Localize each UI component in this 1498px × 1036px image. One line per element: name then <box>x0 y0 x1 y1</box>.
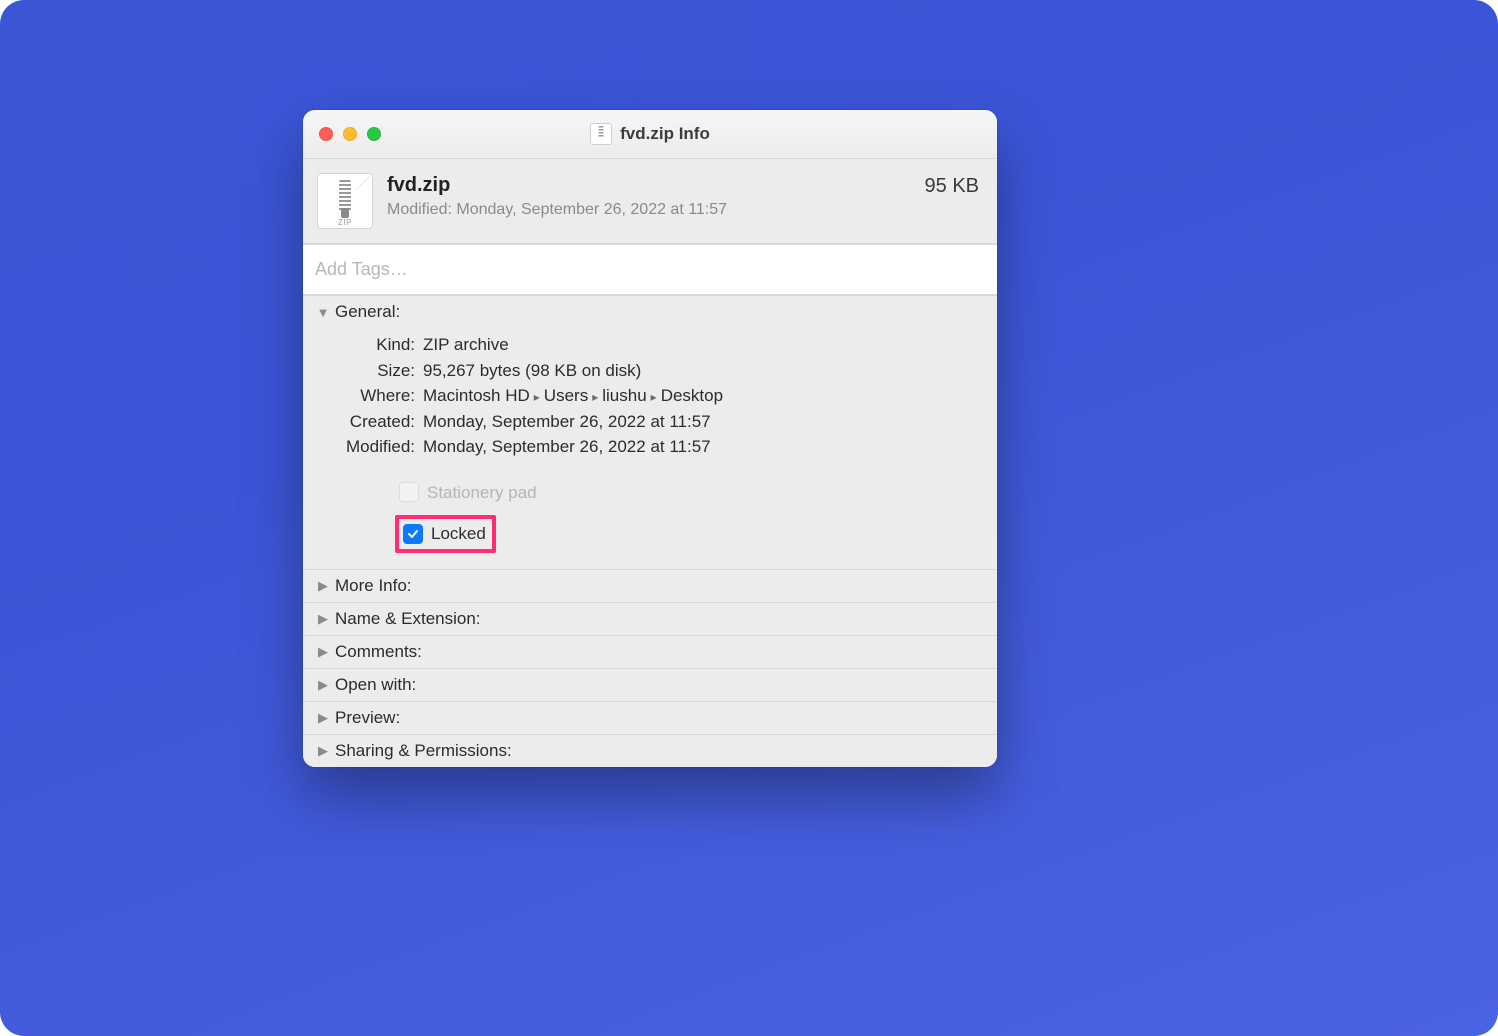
section-name-extension: ▶ Name & Extension: <box>303 602 997 635</box>
chevron-right-icon: ▶ <box>317 644 329 660</box>
locked-row: Locked <box>399 515 981 553</box>
chevron-right-icon: ▶ <box>317 578 329 594</box>
kv-where: Where: Macintosh HD▸Users▸liushu▸Desktop <box>319 383 981 409</box>
stationery-pad-checkbox <box>399 482 419 502</box>
zip-file-icon: ZIP <box>317 173 373 229</box>
section-name-extension-label: Name & Extension: <box>335 609 481 629</box>
section-open-with: ▶ Open with: <box>303 668 997 701</box>
created-value: Monday, September 26, 2022 at 11:57 <box>423 409 981 435</box>
general-checkboxes: Stationery pad Locked <box>319 480 981 553</box>
file-size: 95 KB <box>925 175 979 198</box>
zoom-window-button[interactable] <box>367 127 381 141</box>
modified-value: Monday, September 26, 2022 at 11:57 <box>423 434 981 460</box>
window-title-text: fvd.zip Info <box>620 124 710 144</box>
section-name-extension-header[interactable]: ▶ Name & Extension: <box>303 603 997 635</box>
section-open-with-header[interactable]: ▶ Open with: <box>303 669 997 701</box>
desktop-background: fvd.zip Info ZIP fvd.zip Modified: Monda… <box>0 0 1498 1036</box>
file-icon-ext-label: ZIP <box>318 218 372 227</box>
titlebar: fvd.zip Info <box>303 110 997 159</box>
get-info-window: fvd.zip Info ZIP fvd.zip Modified: Monda… <box>303 110 997 767</box>
kv-kind: Kind: ZIP archive <box>319 332 981 358</box>
locked-label: Locked <box>431 521 486 547</box>
zip-file-icon <box>590 123 612 145</box>
section-sharing-permissions: ▶ Sharing & Permissions: <box>303 734 997 767</box>
where-value: Macintosh HD▸Users▸liushu▸Desktop <box>423 383 981 409</box>
locked-checkbox[interactable] <box>403 524 423 544</box>
tags-input[interactable] <box>303 244 997 295</box>
section-general-body: Kind: ZIP archive Size: 95,267 bytes (98… <box>303 328 997 569</box>
kind-value: ZIP archive <box>423 332 981 358</box>
size-value: 95,267 bytes (98 KB on disk) <box>423 358 981 384</box>
section-preview-header[interactable]: ▶ Preview: <box>303 702 997 734</box>
stationery-pad-row: Stationery pad <box>399 480 981 506</box>
window-title: fvd.zip Info <box>303 123 997 145</box>
section-comments: ▶ Comments: <box>303 635 997 668</box>
where-path-segment: Desktop <box>661 386 723 405</box>
where-path-segment: Users <box>544 386 588 405</box>
section-more-info: ▶ More Info: <box>303 569 997 602</box>
chevron-down-icon: ▼ <box>317 305 329 320</box>
where-path-segment: liushu <box>602 386 646 405</box>
kv-modified: Modified: Monday, September 26, 2022 at … <box>319 434 981 460</box>
where-path-segment: Macintosh HD <box>423 386 530 405</box>
close-window-button[interactable] <box>319 127 333 141</box>
section-more-info-label: More Info: <box>335 576 412 596</box>
section-preview: ▶ Preview: <box>303 701 997 734</box>
kv-size: Size: 95,267 bytes (98 KB on disk) <box>319 358 981 384</box>
file-summary: ZIP fvd.zip Modified: Monday, September … <box>303 159 997 244</box>
section-sharing-permissions-header[interactable]: ▶ Sharing & Permissions: <box>303 735 997 767</box>
chevron-right-icon: ▶ <box>317 677 329 693</box>
section-general-header[interactable]: ▼ General: <box>303 296 997 328</box>
section-general-label: General: <box>335 302 400 322</box>
locked-highlight: Locked <box>395 515 496 553</box>
size-label: Size: <box>319 358 423 384</box>
path-separator-icon: ▸ <box>530 390 544 404</box>
chevron-right-icon: ▶ <box>317 611 329 627</box>
stationery-pad-label: Stationery pad <box>427 480 537 506</box>
file-name: fvd.zip <box>387 173 915 197</box>
file-summary-text: fvd.zip Modified: Monday, September 26, … <box>387 173 915 219</box>
section-open-with-label: Open with: <box>335 675 416 695</box>
window-controls <box>303 127 381 141</box>
tags-field <box>303 244 997 295</box>
section-more-info-header[interactable]: ▶ More Info: <box>303 570 997 602</box>
section-comments-header[interactable]: ▶ Comments: <box>303 636 997 668</box>
kind-label: Kind: <box>319 332 423 358</box>
section-sharing-permissions-label: Sharing & Permissions: <box>335 741 512 761</box>
kv-created: Created: Monday, September 26, 2022 at 1… <box>319 409 981 435</box>
section-comments-label: Comments: <box>335 642 422 662</box>
path-separator-icon: ▸ <box>588 390 602 404</box>
modified-label: Modified: <box>319 434 423 460</box>
created-label: Created: <box>319 409 423 435</box>
chevron-right-icon: ▶ <box>317 743 329 759</box>
where-label: Where: <box>319 383 423 409</box>
minimize-window-button[interactable] <box>343 127 357 141</box>
section-preview-label: Preview: <box>335 708 400 728</box>
section-general: ▼ General: Kind: ZIP archive Size: 95,26… <box>303 295 997 569</box>
path-separator-icon: ▸ <box>647 390 661 404</box>
file-modified-line: Modified: Monday, September 26, 2022 at … <box>387 201 915 219</box>
chevron-right-icon: ▶ <box>317 710 329 726</box>
